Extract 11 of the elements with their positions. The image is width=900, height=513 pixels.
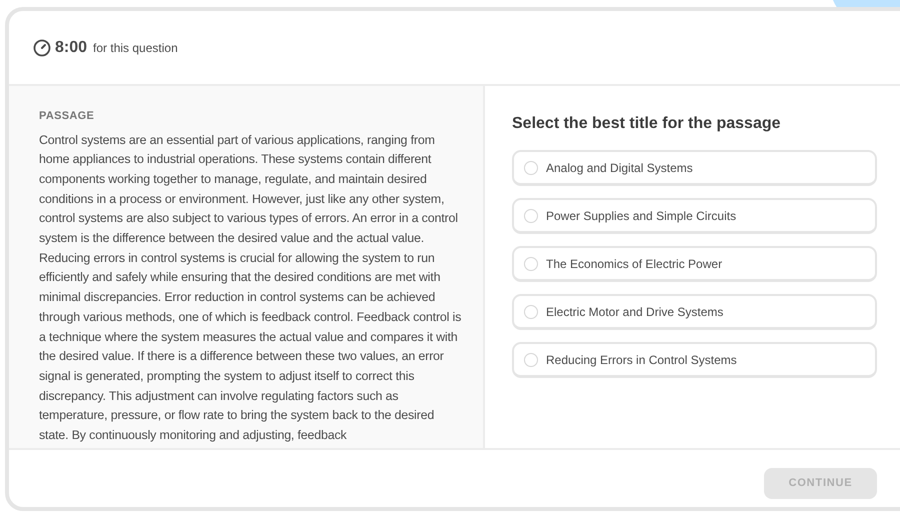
timer-icon — [33, 38, 51, 56]
passage-text: Control systems are an essential part of various applications, ranging from home appliances to industrial operations. These systems contain different components working together to manage, regulate, and maintain desired conditions in a process or environment. However, just like any other system, control systems are also subject to various types of errors. An error in a control system is the difference between the desired value and the actual value. Reducing errors in control systems is crucial for allowing the system to run efficiently and safely while ensuring that the desired conditions are met with minimal discrepancies. Error reduction in control systems can be achieved through various methods, one of which is feedback control. Feedback control is a technique where the system measures the actual value and compares it with the desired value. If there is a difference between these two values, an error signal is generated, prompting the system to adjust itself to correct this discrepancy. This adjustment can involve regulating factors such as temperature, pressure, or flow rate to bring the system back to the desired state. By continuously monitoring and adjusting, feedback — [39, 132, 462, 444]
answer-option[interactable]: Electric Motor and Drive Systems — [512, 294, 877, 330]
answer-option[interactable]: Reducing Errors in Control Systems — [512, 342, 877, 378]
timer-label: for this question — [93, 40, 178, 56]
answer-option[interactable]: Analog and Digital Systems — [512, 150, 877, 186]
answer-option[interactable]: Power Supplies and Simple Circuits — [512, 198, 877, 234]
passage-heading: PASSAGE — [39, 109, 96, 124]
timer-value: 8:00 — [55, 38, 88, 58]
question-title: Select the best title for the passage — [512, 114, 782, 134]
answer-option[interactable]: The Economics of Electric Power — [512, 246, 877, 282]
